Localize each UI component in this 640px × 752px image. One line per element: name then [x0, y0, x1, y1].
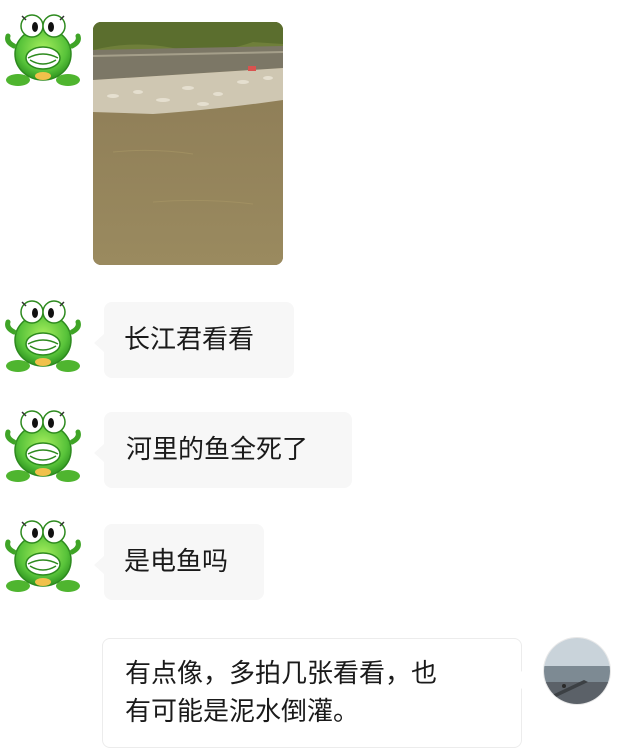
- message-text: 河里的鱼全死了: [126, 435, 309, 465]
- bubble-tail: [94, 444, 104, 462]
- message-bubble-self[interactable]: 有点像，多拍几张看看，也 有可能是泥水倒灌。: [102, 638, 531, 748]
- chat-image-river[interactable]: [93, 22, 283, 265]
- message-bubble[interactable]: 长江君看看: [94, 302, 294, 378]
- green-frog-avatar-icon[interactable]: [4, 512, 82, 594]
- message-text-line-2: 有可能是泥水倒灌。: [125, 697, 360, 727]
- message-text: 长江君看看: [124, 325, 255, 355]
- bubble-tail: [521, 671, 531, 689]
- green-frog-avatar-icon[interactable]: [4, 402, 82, 484]
- bubble-tail: [94, 334, 104, 352]
- seascape-avatar-icon[interactable]: [544, 638, 610, 704]
- message-bubble[interactable]: 是电鱼吗: [94, 524, 264, 600]
- green-frog-avatar-icon[interactable]: [4, 292, 82, 374]
- green-frog-avatar-icon[interactable]: [4, 6, 82, 88]
- bubble-tail: [94, 556, 104, 574]
- message-text: 是电鱼吗: [124, 547, 229, 577]
- message-bubble[interactable]: 河里的鱼全死了: [94, 412, 352, 488]
- message-text-line-1: 有点像，多拍几张看看，也: [125, 659, 438, 689]
